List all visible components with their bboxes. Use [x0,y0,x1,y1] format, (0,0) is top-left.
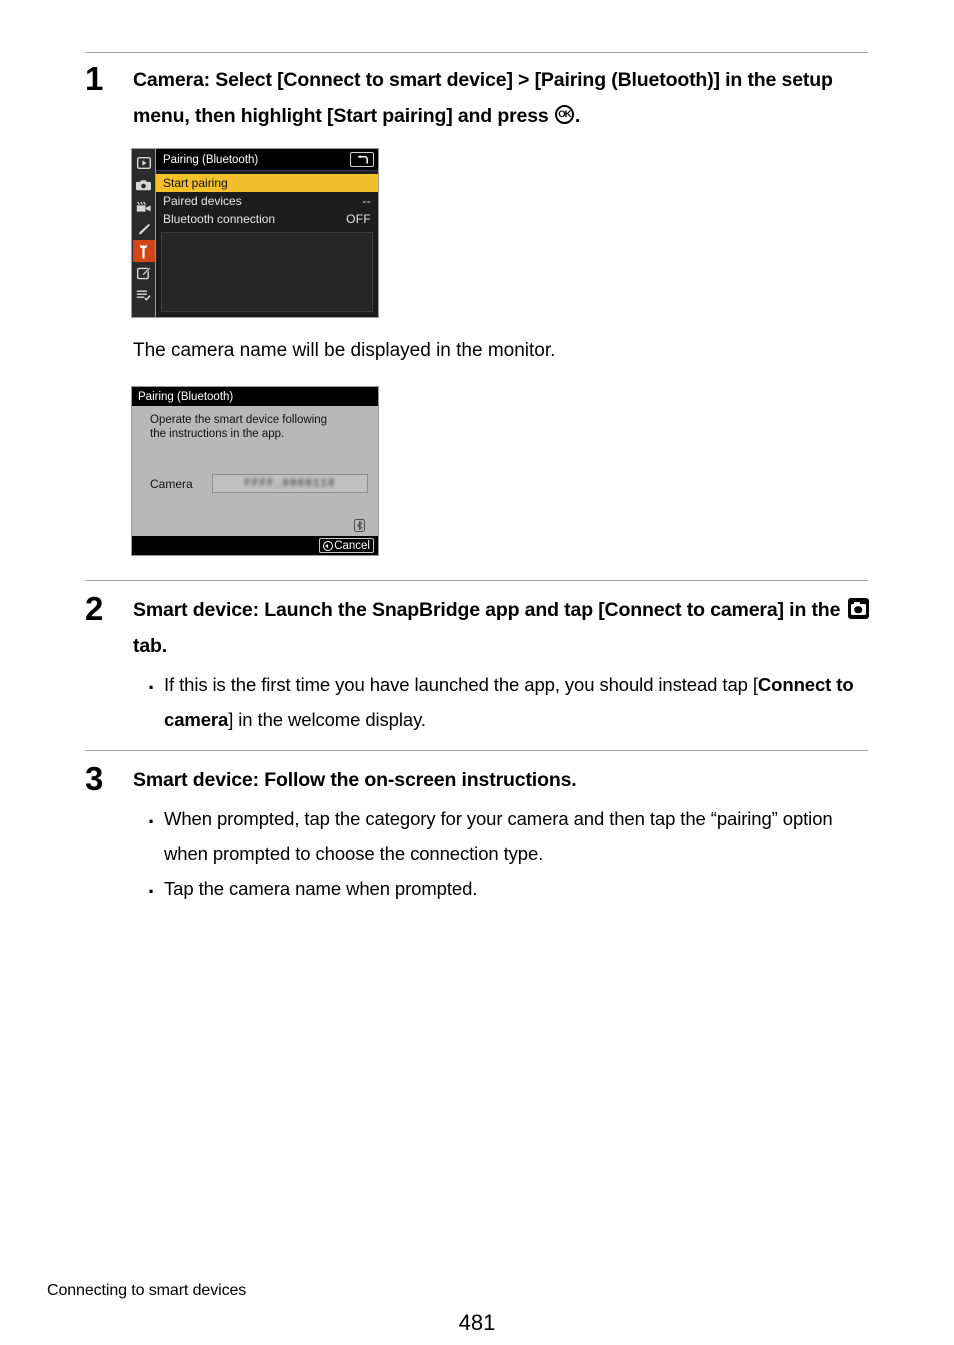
step-1: 1 Camera: Select [Connect to smart devic… [85,62,875,134]
camera-menu-title: Pairing (Bluetooth) [163,153,259,166]
camera-name-field-row: Camera FFFF_0808118 [150,474,368,493]
bluetooth-icon [354,519,365,532]
menu-row-label: Bluetooth connection [163,212,276,226]
camera-menu-main: Pairing (Bluetooth) Start pairing Paired… [156,149,378,317]
custom-settings-pencil-icon[interactable] [133,218,155,240]
ok-button-icon [554,105,574,125]
movie-shooting-icon[interactable] [133,196,155,218]
list-item: Tap the camera name when prompted. [147,871,875,912]
camera-name-label: Camera [150,476,193,491]
step-2-number: 2 [85,590,103,627]
step-3-number: 3 [85,760,103,797]
camera-name-redacted-value: FFFF_0808118 [244,477,336,490]
page-number: 481 [458,1310,496,1335]
cancel-button-label: Cancel [334,539,370,552]
step-1-heading-tail: . [574,105,581,128]
dialog-footer: Cancel [132,536,378,555]
menu-row-start-pairing[interactable]: Start pairing [156,174,378,192]
step-2-heading-tail: tab. [133,635,168,658]
bullet-text-after: ] in the welcome display. [228,708,426,730]
step-1-number: 1 [85,60,103,97]
menu-row-paired-devices[interactable]: Paired devices -- [156,192,378,210]
list-item: When prompted, tap the category for your… [147,801,875,872]
step-1-heading: Camera: Select [Connect to smart device]… [133,62,875,134]
step-3-heading: Smart device: Follow the on-screen instr… [133,769,577,791]
step-2: 2 Smart device: Launch the SnapBridge ap… [85,592,875,738]
menu-row-value: -- [362,194,371,208]
caption-text: The camera name will be displayed in the… [133,340,556,361]
retouch-icon[interactable] [133,262,155,284]
camera-menu-rows: Start pairing Paired devices -- Bluetoot… [156,171,378,228]
menu-row-label: Paired devices [163,194,242,208]
step-2-heading-text: Smart device: Launch the SnapBridge app … [133,599,846,621]
step-3-bullets: When prompted, tap the category for your… [147,801,875,912]
dialog-title: Pairing (Bluetooth) [132,387,378,406]
dialog-message-line-1: Operate the smart device following [150,414,328,426]
step-2-body: Smart device: Launch the SnapBridge app … [133,592,875,738]
camera-menu-empty-area [161,232,373,312]
camera-menu-sidebar [132,149,156,317]
step-2-heading: Smart device: Launch the SnapBridge app … [133,592,875,664]
setup-wrench-icon[interactable] [132,240,155,262]
camera-tab-icon [847,598,869,619]
footer-section-label: Connecting to smart devices [47,1282,247,1299]
menu-button-icon [323,540,334,551]
camera-menu-title-bar: Pairing (Bluetooth) [156,149,378,171]
camera-pairing-dialog-screenshot: Pairing (Bluetooth) Operate the smart de… [131,386,379,556]
camera-name-value-box: FFFF_0808118 [212,474,368,493]
recent-settings-icon[interactable] [133,284,155,306]
list-item: If this is the first time you have launc… [147,667,875,738]
dialog-message-line-2: the instructions in the app. [150,428,285,441]
camera-menu-screenshot: Pairing (Bluetooth) Start pairing Paired… [131,148,379,318]
step-3-body: Smart device: Follow the on-screen instr… [133,762,875,912]
menu-row-value: OFF [346,212,371,226]
section-divider-1 [85,52,868,53]
menu-row-label: Start pairing [163,176,228,190]
step-1-heading-text: Camera: Select [Connect to smart device]… [133,69,833,128]
return-arrow-icon[interactable] [350,152,374,167]
menu-row-bluetooth-connection[interactable]: Bluetooth connection OFF [156,210,378,228]
photo-shooting-icon[interactable] [133,174,155,196]
cancel-button[interactable]: Cancel [319,538,374,553]
step-1-body: Camera: Select [Connect to smart device]… [133,62,875,134]
section-divider-2 [85,580,868,581]
bullet-text-before: If this is the first time you have launc… [164,674,758,696]
playback-icon[interactable] [133,152,155,174]
manual-page: 1 Camera: Select [Connect to smart devic… [0,0,954,1345]
section-divider-3 [85,750,868,751]
step-2-bullets: If this is the first time you have launc… [147,667,875,738]
dialog-body: Operate the smart device following the i… [132,406,378,536]
step-3: 3 Smart device: Follow the on-screen ins… [85,760,875,912]
